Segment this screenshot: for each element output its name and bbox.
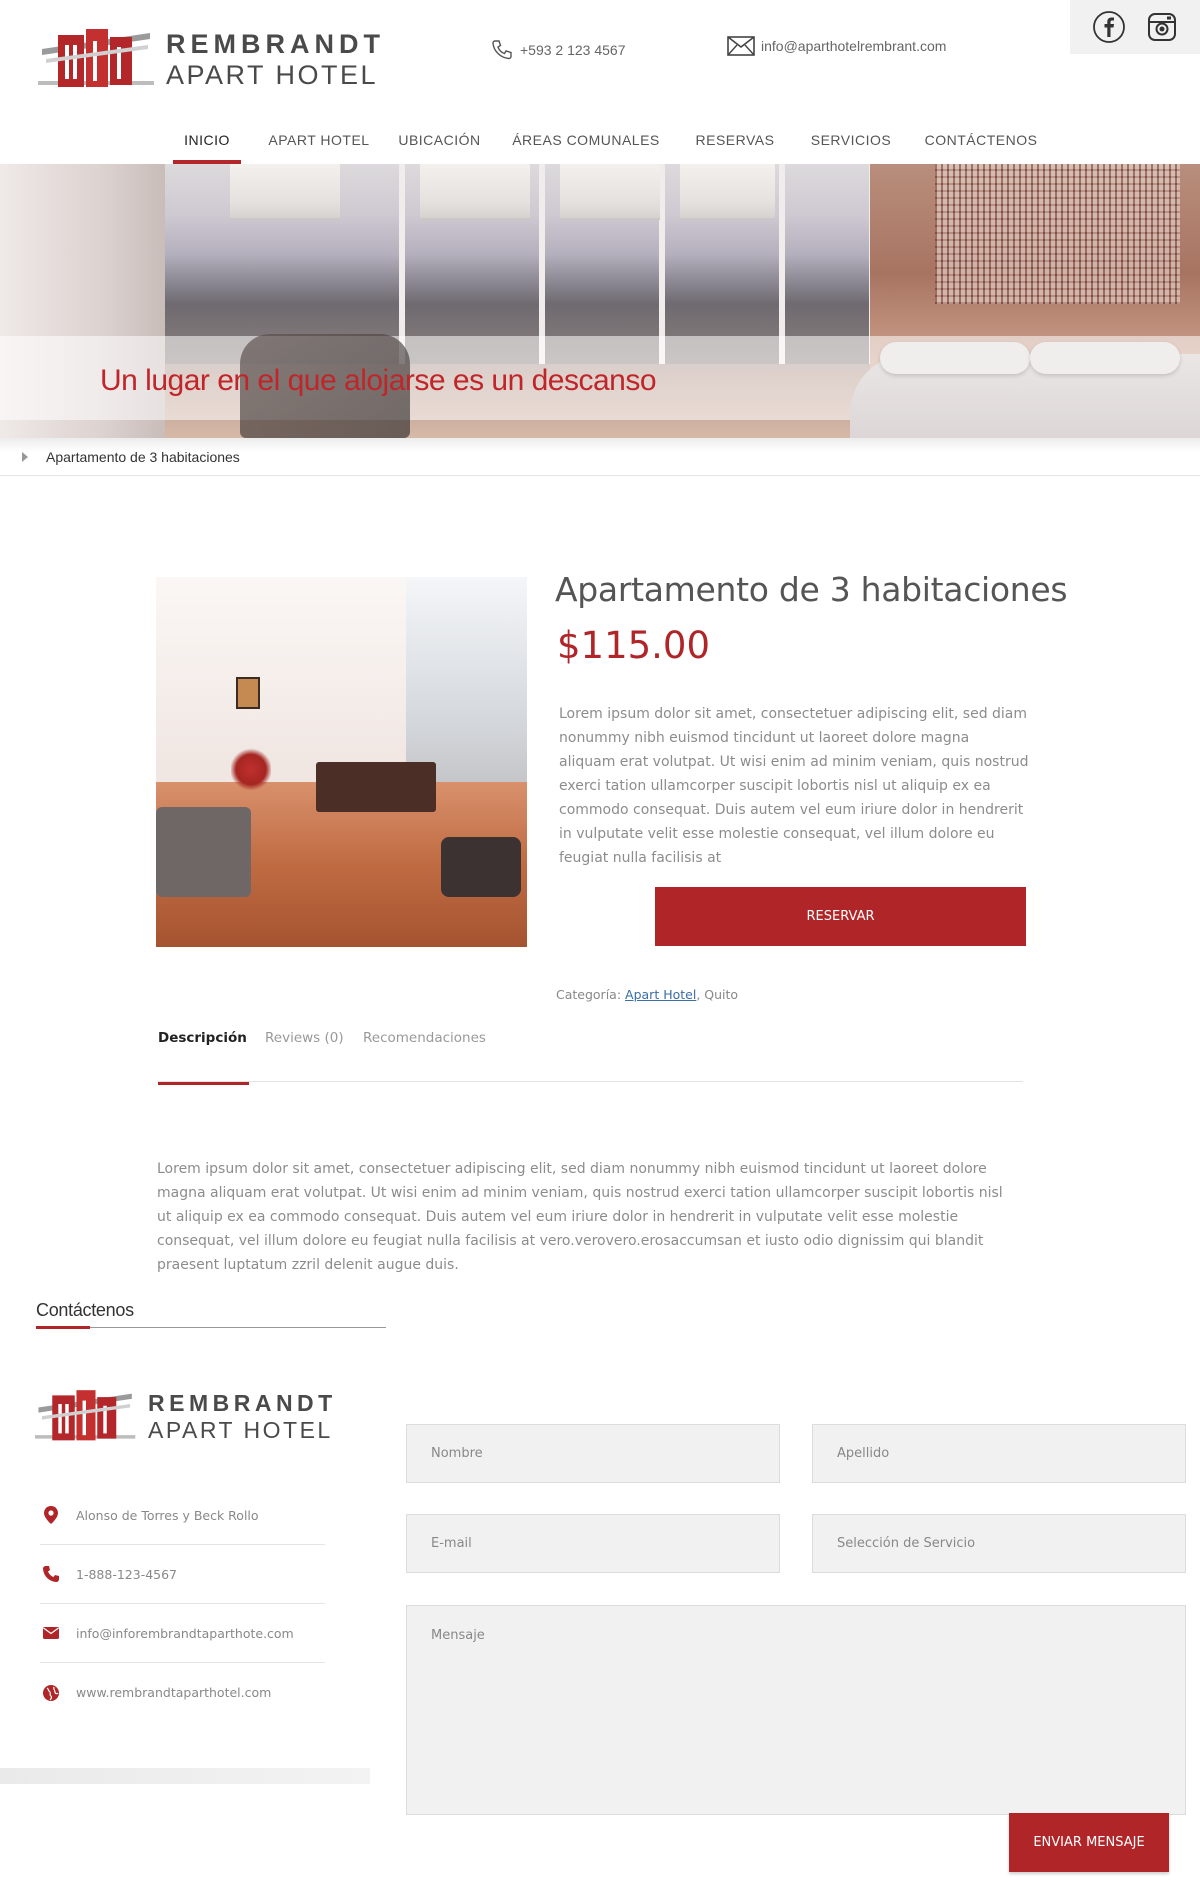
phone-icon xyxy=(40,1566,62,1582)
logo-building-icon xyxy=(34,1390,136,1441)
logo-line-2: APART HOTEL xyxy=(166,60,379,90)
nav-item-reservas[interactable]: RESERVAS xyxy=(690,124,780,164)
contact-address: Alonso de Torres y Beck Rollo xyxy=(40,1486,325,1545)
facebook-icon[interactable] xyxy=(1091,9,1127,45)
globe-icon xyxy=(40,1684,62,1701)
footer-logo-line-1: REMBRANDT xyxy=(148,1390,337,1416)
hero-banner: Un lugar en el que alojarse es un descan… xyxy=(0,164,1200,438)
phone-icon xyxy=(492,40,512,60)
header-email[interactable]: info@aparthotelrembrant.com xyxy=(727,36,946,56)
email-field[interactable]: E-mail xyxy=(406,1514,780,1573)
nav-item-servicios[interactable]: SERVICIOS xyxy=(808,124,894,164)
product-price: $115.00 xyxy=(557,624,711,667)
nav-item-areas-comunales[interactable]: ÁREAS COMUNALES xyxy=(510,124,662,164)
hero-tagline: Un lugar en el que alojarse es un descan… xyxy=(100,364,657,397)
reserve-button[interactable]: RESERVAR xyxy=(655,887,1026,946)
social-links xyxy=(1070,0,1200,54)
header-phone[interactable]: +593 2 123 4567 xyxy=(490,38,626,62)
nav-item-contactenos[interactable]: CONTÁCTENOS xyxy=(922,124,1040,164)
breadcrumb: Apartamento de 3 habitaciones xyxy=(0,438,1200,476)
location-pin-icon xyxy=(40,1506,62,1524)
servicio-select[interactable]: Selección de Servicio xyxy=(812,1514,1186,1573)
tab-reviews[interactable]: Reviews (0) xyxy=(265,1030,344,1082)
contact-phone[interactable]: 1-888-123-4567 xyxy=(40,1545,325,1604)
footer-logo[interactable]: REMBRANDT APART HOTEL xyxy=(34,1382,354,1452)
category-link-apart-hotel[interactable]: Apart Hotel xyxy=(625,987,696,1002)
site-header: REMBRANDT APART HOTEL +593 2 123 4567 in… xyxy=(0,0,1200,164)
product-category: Categoría: Apart Hotel, Quito xyxy=(556,987,738,1002)
site-logo[interactable]: REMBRANDT APART HOTEL xyxy=(38,22,380,98)
nombre-field[interactable]: Nombre xyxy=(406,1424,780,1483)
breadcrumb-arrow-icon xyxy=(22,451,28,462)
header-phone-text: +593 2 123 4567 xyxy=(520,42,626,58)
logo-building-icon xyxy=(38,29,154,87)
envelope-icon xyxy=(40,1627,62,1639)
tab-recomendaciones[interactable]: Recomendaciones xyxy=(363,1030,486,1082)
contact-email[interactable]: info@inforembrandtaparthote.com xyxy=(40,1604,325,1663)
breadcrumb-current: Apartamento de 3 habitaciones xyxy=(46,448,240,465)
contact-website[interactable]: www.rembrandtaparthotel.com xyxy=(40,1663,325,1722)
apellido-field[interactable]: Apellido xyxy=(812,1424,1186,1483)
tab-content-descripcion: Lorem ipsum dolor sit amet, consectetuer… xyxy=(157,1161,1003,1273)
nav-item-inicio[interactable]: INICIO xyxy=(173,124,241,164)
main-nav: INICIO APART HOTEL UBICACIÓN ÁREAS COMUN… xyxy=(0,124,1200,164)
product-tabs: Descripción Reviews (0) Recomendaciones xyxy=(157,1020,1023,1085)
product-description: Lorem ipsum dolor sit amet, consectetuer… xyxy=(559,706,1029,866)
tab-descripcion[interactable]: Descripción xyxy=(158,1030,249,1085)
category-label: Categoría: xyxy=(556,987,622,1002)
header-email-text: info@aparthotelrembrant.com xyxy=(761,38,947,54)
send-message-button[interactable]: ENVIAR MENSAJE xyxy=(1009,1813,1169,1872)
category-rest: , Quito xyxy=(696,987,739,1002)
mensaje-textarea[interactable]: Mensaje xyxy=(406,1605,1186,1815)
instagram-icon[interactable] xyxy=(1144,9,1180,45)
product-title: Apartamento de 3 habitaciones xyxy=(555,570,1068,609)
envelope-icon xyxy=(727,36,755,56)
contact-heading: Contáctenos xyxy=(36,1300,134,1320)
product-image[interactable] xyxy=(156,577,527,947)
nav-item-apart-hotel[interactable]: APART HOTEL xyxy=(267,124,371,164)
logo-line-1: REMBRANDT xyxy=(166,29,385,59)
contact-info-list: Alonso de Torres y Beck Rollo 1-888-123-… xyxy=(40,1486,325,1722)
nav-item-ubicacion[interactable]: UBICACIÓN xyxy=(397,124,482,164)
footer-logo-line-2: APART HOTEL xyxy=(148,1417,333,1443)
